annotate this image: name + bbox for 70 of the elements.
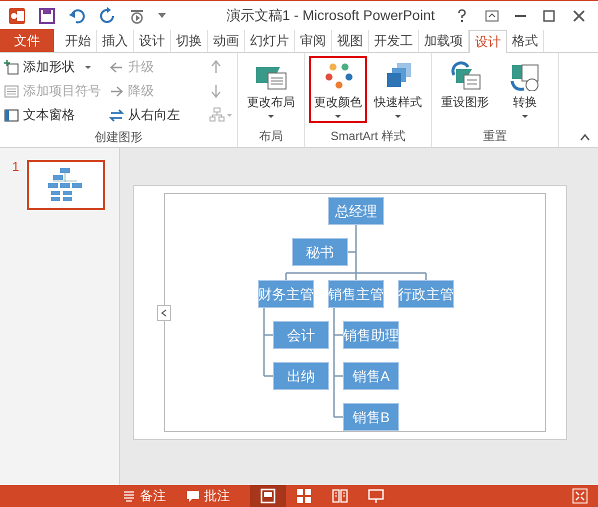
save-button[interactable] [38, 6, 56, 24]
move-up-icon [209, 59, 223, 75]
show-view-icon [368, 488, 384, 504]
minimize-icon [515, 14, 526, 16]
help-button[interactable] [455, 8, 469, 22]
ribbon-button[interactable]: 文本窗格 [4, 104, 109, 126]
redo-button[interactable] [98, 6, 116, 24]
comments-icon [186, 489, 200, 503]
ribbon-tab[interactable]: 切换 [171, 30, 208, 52]
ribbon-button[interactable]: 快速样式 [369, 56, 427, 123]
fit-to-window-icon [572, 488, 588, 504]
ribbon-tab[interactable]: 设计 [134, 30, 171, 52]
notes-icon [122, 489, 136, 503]
fit-to-window-button[interactable] [572, 488, 588, 504]
group-label: 布局 [259, 128, 283, 145]
bullet-icon [4, 84, 19, 98]
file-tab[interactable]: 文件 [0, 29, 54, 52]
ribbon-button[interactable]: 转换 [496, 56, 554, 123]
ribbon-button[interactable]: 更改布局 [242, 56, 300, 123]
notes-button[interactable]: 备注 [122, 486, 166, 506]
help-icon [455, 8, 469, 22]
group-label: SmartArt 样式 [330, 128, 406, 145]
ribbon-display-button[interactable] [485, 8, 499, 22]
ribbon-tab[interactable]: 开始 [60, 30, 97, 52]
save-icon [38, 6, 56, 24]
comments-button[interactable]: 批注 [186, 486, 230, 506]
app-icon [8, 6, 26, 24]
hierarchy-layout-icon [209, 107, 233, 123]
group-label: 创建图形 [94, 128, 142, 146]
chevron-up-icon [580, 133, 590, 141]
ribbon-tab[interactable]: 动画 [208, 30, 245, 52]
add-shape-icon [4, 60, 19, 74]
ribbon-tab[interactable]: 审阅 [295, 30, 332, 52]
left-icon [109, 60, 124, 74]
right-icon [109, 84, 124, 98]
ribbon-tab[interactable]: 幻灯片 [245, 30, 295, 52]
ribbon-button[interactable]: 更改颜色 [309, 56, 367, 123]
text-pane-toggle[interactable] [157, 305, 171, 321]
ribbon-tab[interactable]: 格式 [507, 30, 544, 52]
group-label: 重置 [483, 128, 507, 145]
ribbon-tab[interactable]: 开发工 [369, 30, 419, 52]
close-button[interactable] [572, 8, 586, 22]
reading-view-icon [332, 488, 348, 504]
app-button[interactable] [8, 6, 26, 24]
window-title: 演示文稿1 - Microsoft PowerPoint [226, 6, 435, 25]
close-icon [572, 8, 586, 22]
caret-icon [158, 13, 166, 18]
normal-view-button[interactable] [250, 485, 286, 507]
swap-icon [109, 108, 124, 122]
normal-view-icon [260, 488, 276, 504]
maximize-icon [542, 8, 556, 22]
slide-thumbnail[interactable] [27, 160, 106, 210]
ribbon-button[interactable]: 重设图形 [436, 56, 494, 123]
text-pane-icon [4, 108, 19, 122]
sorter-view-icon [296, 488, 312, 504]
ribbon-button[interactable]: 添加形状 [4, 56, 109, 78]
ribbon-tab[interactable]: 设计 [469, 30, 507, 53]
slide-number: 1 [12, 160, 20, 174]
ribbon-display-icon [485, 8, 499, 22]
undo-button[interactable] [68, 6, 86, 24]
ribbon-tab[interactable]: 视图 [332, 30, 369, 52]
ribbon-button[interactable]: 从右向左 [109, 104, 209, 126]
chevron-left-icon [161, 309, 167, 317]
ribbon-tab[interactable]: 插入 [97, 30, 134, 52]
redo-icon [98, 6, 116, 24]
maximize-button[interactable] [542, 8, 556, 22]
customize-button[interactable] [158, 13, 166, 18]
collapse-ribbon-button[interactable] [580, 133, 590, 141]
move-down-icon [209, 83, 223, 99]
undo-icon [68, 6, 86, 24]
